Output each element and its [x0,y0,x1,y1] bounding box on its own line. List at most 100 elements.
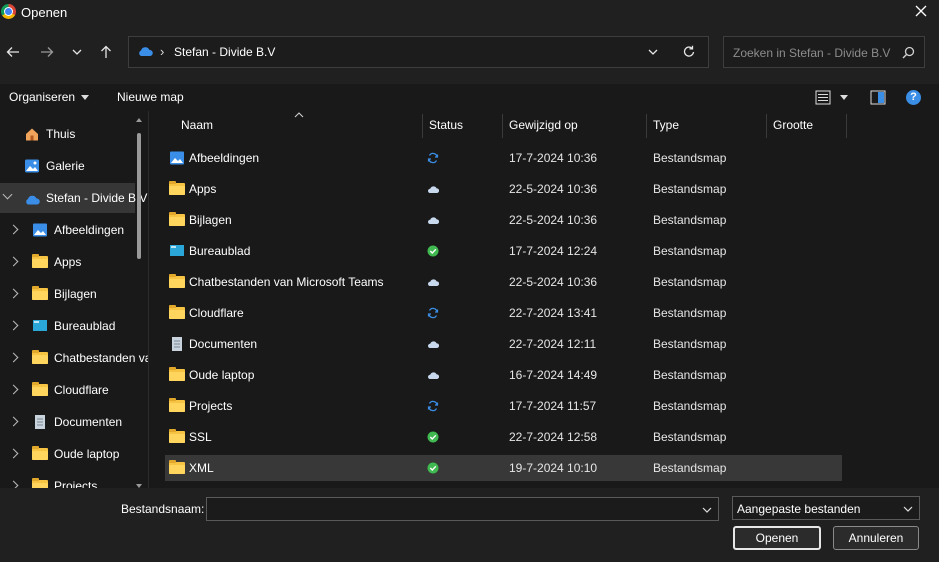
file-row[interactable]: Apps 22-5-2024 10:36 Bestandsmap [165,176,842,202]
nav-item-home[interactable]: Thuis [0,119,135,149]
folder-icon [32,254,48,270]
nav-item-bijlagen[interactable]: Bijlagen [0,279,135,309]
file-row[interactable]: SSL 22-7-2024 12:58 Bestandsmap [165,424,842,450]
column-divider[interactable] [502,114,503,138]
filename-history-chevron-icon[interactable] [702,505,712,515]
nav-item-oude-laptop[interactable]: Oude laptop [0,439,135,469]
chevron-right-icon[interactable] [8,224,19,235]
nav-item-afbeeldingen[interactable]: Afbeeldingen [0,215,135,245]
nav-item-label: Thuis [46,127,76,141]
column-divider[interactable] [646,114,647,138]
nav-item-label: Projects [54,479,98,488]
file-row[interactable]: Afbeeldingen 17-7-2024 10:36 Bestandsmap [165,145,842,171]
organize-menu[interactable]: Organiseren [9,90,90,104]
view-details-icon[interactable] [815,90,831,105]
column-divider[interactable] [846,114,847,138]
folder-icon [169,367,185,383]
filename-label: Bestandsnaam: [121,502,205,516]
address-history-chevron-icon[interactable] [647,46,659,58]
back-button[interactable] [2,41,24,63]
folder-icon [169,274,185,290]
file-name: Bureaublad [189,244,251,258]
open-button[interactable]: Openen [733,526,821,550]
nav-item-onedrive[interactable]: Stefan - Divide B.V [0,183,147,213]
chevron-right-icon[interactable] [8,320,19,331]
onedrive-cloud-icon [26,195,40,205]
view-options-caret-icon[interactable] [840,95,848,100]
folder-icon [169,305,185,321]
file-type: Bestandsmap [653,213,727,227]
breadcrumb-location[interactable]: Stefan - Divide B.V [174,45,275,59]
filename-input[interactable] [206,497,719,521]
file-row[interactable]: Bijlagen 22-5-2024 10:36 Bestandsmap [165,207,842,233]
window-title: Openen [21,5,68,20]
nav-item-bureaublad[interactable]: Bureaublad [0,311,135,341]
nav-item-cloudflare[interactable]: Cloudflare [0,375,135,405]
chevron-right-icon[interactable] [8,448,19,459]
folder-icon [32,350,48,366]
forward-button[interactable] [36,41,58,63]
chevron-right-icon[interactable] [8,416,19,427]
pictures-icon [170,151,184,165]
file-row[interactable]: Bureaublad 17-7-2024 12:24 Bestandsmap [165,238,842,264]
column-header-status[interactable]: Status [429,118,463,132]
dialog-footer: Bestandsnaam: Aangepaste bestanden Opene… [0,488,939,562]
available-locally-icon [427,431,439,443]
cancel-button[interactable]: Annuleren [833,526,919,550]
nav-pane-scroll-thumb[interactable] [137,133,141,259]
search-box[interactable]: Zoeken in Stefan - Divide B.V [723,36,925,68]
file-row[interactable]: Chatbestanden van Microsoft Teams 22-5-20… [165,269,842,295]
nav-item-label: Galerie [46,159,85,173]
preview-pane-icon[interactable] [870,90,886,105]
chevron-right-icon[interactable] [8,352,19,363]
file-name: Cloudflare [189,306,244,320]
chevron-right-icon[interactable] [8,480,19,488]
file-row[interactable]: Projects 17-7-2024 11:57 Bestandsmap [165,393,842,419]
address-bar[interactable]: › Stefan - Divide B.V [128,36,709,68]
file-row[interactable]: Oude laptop 16-7-2024 14:49 Bestandsmap [165,362,842,388]
folder-icon [32,286,48,302]
chevron-down-icon[interactable] [2,189,13,200]
file-modified: 22-7-2024 13:41 [509,306,598,320]
file-modified: 19-7-2024 10:10 [509,461,598,475]
nav-item-projects[interactable]: Projects [0,471,135,488]
new-folder-button[interactable]: Nieuwe map [117,90,184,104]
pictures-icon [33,223,47,237]
file-modified: 22-7-2024 12:11 [509,337,597,351]
file-modified: 22-5-2024 10:36 [509,275,598,289]
file-modified: 16-7-2024 14:49 [509,368,598,382]
close-icon[interactable] [913,3,929,19]
help-icon[interactable]: ? [906,90,921,105]
refresh-icon[interactable] [682,45,696,59]
column-divider[interactable] [766,114,767,138]
nav-item-apps[interactable]: Apps [0,247,135,277]
chevron-right-icon[interactable] [8,288,19,299]
file-name: Documenten [189,337,258,351]
filetype-select[interactable]: Aangepaste bestanden [732,496,920,520]
column-header-type[interactable]: Type [653,118,679,132]
folder-icon [32,478,48,488]
desktop-icon [170,245,184,256]
column-divider[interactable] [422,114,423,138]
file-name: Chatbestanden van Microsoft Teams [189,275,384,289]
file-row[interactable]: Cloudflare 22-7-2024 13:41 Bestandsmap [165,300,842,326]
chevron-right-icon[interactable] [8,256,19,267]
file-row[interactable]: XML 19-7-2024 10:10 Bestandsmap [165,455,842,481]
file-modified: 17-7-2024 12:24 [509,244,598,258]
home-icon [26,128,38,141]
nav-item-label: Bureaublad [54,319,116,333]
file-row[interactable]: Documenten 22-7-2024 12:11 Bestandsmap [165,331,842,357]
nav-item-documenten[interactable]: Documenten [0,407,135,437]
chevron-right-icon[interactable] [8,384,19,395]
column-header-name[interactable]: Naam [181,118,213,132]
up-button[interactable] [95,41,117,63]
file-name: Apps [189,182,217,196]
nav-item-chatbestanden[interactable]: Chatbestanden van Microsoft Teams [0,343,148,373]
nav-item-gallery[interactable]: Galerie [0,151,135,181]
recent-locations-button[interactable] [66,41,88,63]
file-type: Bestandsmap [653,182,727,196]
column-header-size[interactable]: Grootte [773,118,813,132]
sync-pending-icon [427,400,439,412]
column-header-modified[interactable]: Gewijzigd op [509,118,578,132]
sync-pending-icon [427,307,439,319]
